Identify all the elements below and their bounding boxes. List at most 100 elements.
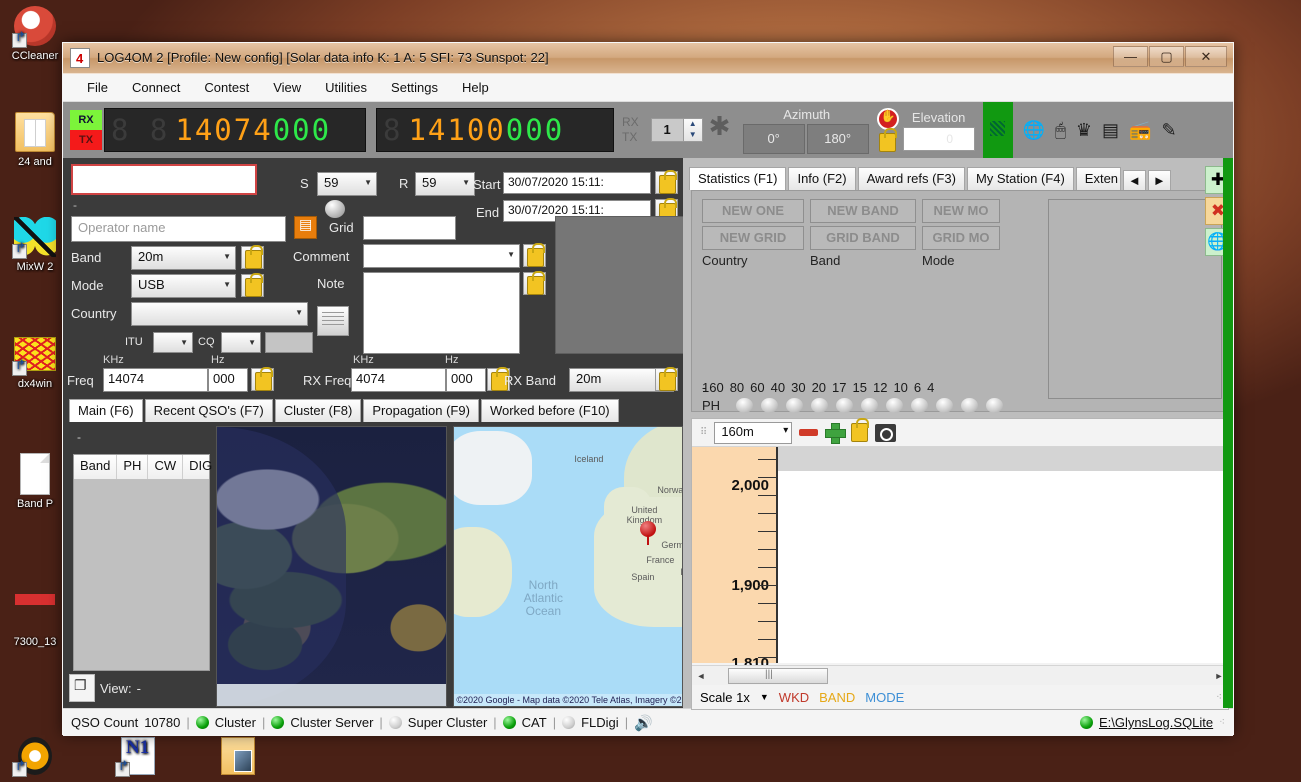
grid-input[interactable] [363, 216, 456, 240]
received-rst-select[interactable]: 59 [415, 172, 475, 196]
status-cluster-server[interactable]: Cluster Server [290, 715, 373, 730]
desktop-icon-ccleaner[interactable]: CCleaner [2, 4, 68, 62]
tab-scroll-prev[interactable]: ◄ [1123, 170, 1146, 190]
cq-select[interactable] [221, 332, 261, 353]
scroll-left-arrow[interactable]: ◄ [692, 671, 710, 681]
radio-icon[interactable]: 📻 [1129, 120, 1151, 141]
tab-extended[interactable]: Exten [1075, 167, 1122, 190]
tab-main[interactable]: Main (F6) [69, 399, 143, 422]
callsign-input[interactable] [71, 164, 257, 195]
comment-select[interactable] [363, 244, 520, 268]
database-path[interactable]: E:\GlynsLog.SQLite [1099, 715, 1213, 730]
band-scope-canvas[interactable] [778, 447, 1228, 663]
status-super-cluster[interactable]: Super Cluster [408, 715, 487, 730]
resize-grip[interactable]: ⁖ [1216, 692, 1222, 703]
speaker-icon[interactable]: 🔊 [634, 714, 653, 732]
maximize-button[interactable]: ▢ [1149, 46, 1184, 67]
tab-propagation[interactable]: Propagation (F9) [363, 399, 479, 422]
comment-lock-button[interactable] [523, 243, 546, 267]
lock-icon[interactable] [879, 128, 898, 152]
signal-icon[interactable] [982, 102, 1013, 158]
band-table[interactable]: Band PH CW DIG [73, 454, 212, 671]
radio-number-stepper[interactable]: 1 ▲ ▼ [650, 118, 703, 142]
status-fldigi[interactable]: FLDigi [581, 715, 619, 730]
scroll-track[interactable] [710, 667, 1210, 684]
mode-select[interactable]: USB [131, 274, 236, 298]
sent-rst-select[interactable]: 59 [317, 172, 377, 196]
vfo-a-display[interactable]: 8 8 14074 000 [104, 108, 366, 152]
menu-view[interactable]: View [261, 76, 313, 99]
tab-cluster[interactable]: Cluster (F8) [274, 399, 362, 422]
desktop-icon-7300[interactable]: 7300_13 [2, 590, 68, 648]
desktop-icon-mixw[interactable]: MixW 2 [2, 215, 68, 273]
plus-icon[interactable] [825, 423, 847, 444]
desktop-icon-norton[interactable] [2, 735, 68, 779]
tab-worked-before[interactable]: Worked before (F10) [480, 399, 619, 422]
minimize-button[interactable]: — [1113, 46, 1148, 67]
legend-mode[interactable]: MODE [865, 690, 904, 705]
window-layout-icon[interactable] [69, 674, 95, 702]
operator-name-input[interactable]: Operator name [71, 216, 286, 242]
scope-horizontal-scrollbar[interactable]: ◄ ► [692, 665, 1228, 685]
camera-icon[interactable] [294, 216, 317, 239]
freq-khz-input[interactable]: 14074 [103, 368, 208, 392]
menu-contest[interactable]: Contest [192, 76, 261, 99]
freq-hz-input[interactable]: 000 [208, 368, 248, 392]
scope-band-select[interactable]: 160m [714, 421, 793, 444]
mode-lock-button[interactable] [241, 273, 264, 297]
country-select[interactable] [131, 302, 308, 326]
resize-grip[interactable]: ⁖ [1219, 717, 1225, 728]
tab-my-station[interactable]: My Station (F4) [966, 167, 1074, 190]
desktop-icon-24and[interactable]: 24 and [2, 110, 68, 168]
start-lock-button[interactable] [655, 170, 678, 194]
band-select[interactable]: 20m [131, 246, 236, 270]
itu-select[interactable] [153, 332, 193, 353]
globe-icon[interactable]: 🌐 [1023, 120, 1045, 141]
gear-icon[interactable] [709, 111, 733, 142]
desktop-icon-bandp[interactable]: Band P [2, 452, 68, 510]
server-icon[interactable]: ▤ [1102, 120, 1119, 141]
status-cat[interactable]: CAT [522, 715, 547, 730]
pencil-icon[interactable]: ✎ [1161, 120, 1176, 141]
stop-icon[interactable] [876, 108, 899, 130]
mouse-icon[interactable]: 🖱 [1055, 120, 1066, 141]
chevron-down-icon[interactable]: ▼ [760, 692, 769, 702]
freq-lock-button[interactable] [251, 367, 274, 391]
lock-icon[interactable] [851, 418, 870, 442]
drag-handle[interactable]: ⠿ [700, 427, 707, 438]
menu-connect[interactable]: Connect [120, 76, 192, 99]
rx-band-lock-button[interactable] [655, 367, 678, 391]
note-textarea[interactable] [363, 272, 520, 354]
legend-band[interactable]: BAND [819, 690, 855, 705]
folder-search-icon[interactable] [875, 423, 897, 442]
note-lock-button[interactable] [523, 271, 546, 295]
zone-extra-field[interactable] [265, 332, 313, 353]
menu-file[interactable]: File [75, 76, 120, 99]
minus-icon[interactable] [799, 429, 819, 436]
crown-icon[interactable]: ♛ [1076, 120, 1092, 141]
menu-utilities[interactable]: Utilities [313, 76, 379, 99]
scope-selected-row[interactable] [778, 447, 1228, 471]
desktop-icon-dx4win[interactable]: dx4win [2, 332, 68, 390]
desktop-icon-photos[interactable] [205, 735, 271, 779]
menu-help[interactable]: Help [450, 76, 501, 99]
close-button[interactable]: ✕ [1185, 46, 1227, 67]
greyline-map[interactable] [216, 426, 448, 707]
band-lock-button[interactable] [241, 245, 264, 269]
qth-map[interactable]: Iceland Finland Sweden Norway United Kin… [453, 426, 683, 707]
printer-icon[interactable] [317, 306, 349, 336]
elevation-input[interactable]: 0 [902, 126, 975, 151]
rx-freq-hz-input[interactable]: 000 [446, 368, 486, 392]
tab-scroll-next[interactable]: ► [1147, 170, 1171, 190]
tab-info[interactable]: Info (F2) [788, 167, 856, 190]
vfo-b-display[interactable]: 8 14100 000 [376, 108, 614, 152]
menu-settings[interactable]: Settings [379, 76, 450, 99]
statistics-detail-box[interactable] [1048, 199, 1222, 399]
tab-statistics[interactable]: Statistics (F1) [689, 167, 787, 190]
start-datetime[interactable]: 30/07/2020 15:11: [503, 172, 651, 194]
tab-recent-qsos[interactable]: Recent QSO's (F7) [144, 399, 273, 422]
scale-select[interactable]: Scale 1x [700, 690, 750, 705]
desktop-icon-n1mm[interactable] [105, 735, 171, 779]
tab-award-refs[interactable]: Award refs (F3) [857, 167, 965, 190]
status-cluster[interactable]: Cluster [215, 715, 256, 730]
